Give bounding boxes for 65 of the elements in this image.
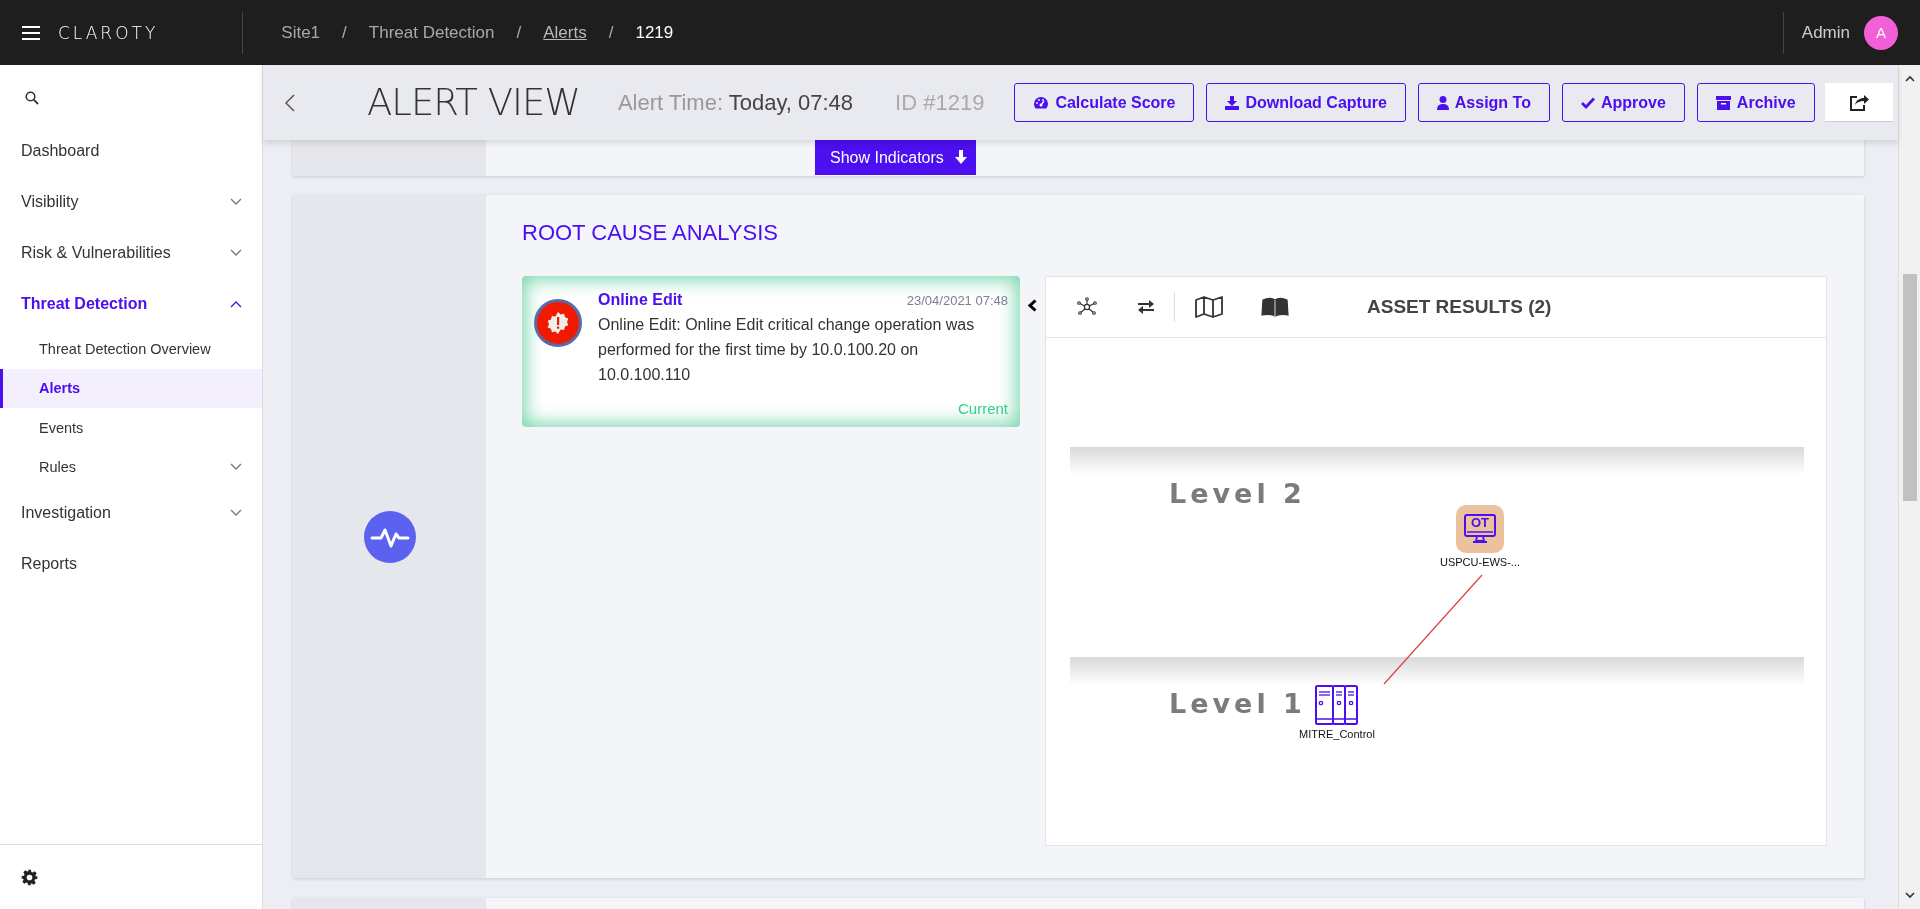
back-icon[interactable] xyxy=(285,93,295,112)
sidebar-item[interactable]: Risk & Vulnerabilities xyxy=(0,227,262,278)
share-button[interactable] xyxy=(1824,83,1893,122)
level-label: Level 2 xyxy=(1169,478,1306,509)
network-icon[interactable] xyxy=(1076,297,1098,317)
alert-description: Online Edit: Online Edit critical change operation was performed for the first time by 10.0.100.20 on 10.0.100.110 xyxy=(598,315,976,385)
breadcrumb-item[interactable]: Site1 xyxy=(281,22,321,43)
action-button[interactable]: Calculate Score xyxy=(1014,83,1195,122)
node-label: USPCU-EWS-... xyxy=(1439,556,1521,568)
sidebar-item[interactable]: Investigation xyxy=(0,487,262,538)
section-title: ROOT CAUSE ANALYSIS xyxy=(522,220,779,247)
action-button[interactable]: Download Capture xyxy=(1206,83,1406,122)
breadcrumb-link[interactable]: Alerts xyxy=(543,22,587,43)
breadcrumb-item[interactable]: Threat Detection xyxy=(368,22,495,43)
sidebar-item[interactable]: Threat Detection Overview xyxy=(0,329,262,369)
breadcrumb-current: 1219 xyxy=(635,22,674,43)
show-indicators-button[interactable]: Show Indicators xyxy=(815,140,976,175)
node-type-label: OT xyxy=(1469,515,1491,530)
alert-time: Alert Time: Today, 07:48 xyxy=(617,89,854,116)
arrow-down-icon xyxy=(953,150,968,165)
sidebar-item[interactable]: Dashboard xyxy=(0,125,262,176)
menu-icon[interactable] xyxy=(22,25,40,40)
sidebar-item[interactable]: Events xyxy=(0,408,262,448)
gauge-icon xyxy=(1033,96,1050,109)
pulse-icon xyxy=(363,510,416,563)
alert-id: ID #1219 xyxy=(895,89,985,116)
scroll-down-icon[interactable] xyxy=(1904,892,1915,899)
action-button[interactable]: Archive xyxy=(1696,83,1815,122)
check-icon xyxy=(1580,96,1595,109)
user-name[interactable]: Admin xyxy=(1801,22,1850,43)
user-icon xyxy=(1436,95,1449,110)
search-icon[interactable] xyxy=(25,91,39,105)
map-icon[interactable] xyxy=(1195,296,1223,318)
sidebar-item[interactable]: Rules xyxy=(0,447,262,487)
alert-status: Current xyxy=(957,400,1008,417)
alert-card[interactable]: Online Edit 23/04/2021 07:48 Online Edit: Online Edit critical change operation was performed for the first time by 10.0.100.20 on 10.0.100.110 Current xyxy=(522,276,1020,427)
breadcrumb-separator: / xyxy=(608,22,614,43)
settings-icon[interactable] xyxy=(21,868,38,886)
scrollbar-thumb[interactable] xyxy=(1902,274,1917,501)
level-label: Level 1 xyxy=(1169,688,1306,719)
page-title: ALERT VIEW xyxy=(367,81,580,124)
alert-timestamp: 23/04/2021 07:48 xyxy=(906,293,1008,308)
critical-alert-icon xyxy=(534,299,582,347)
book-icon[interactable] xyxy=(1261,297,1289,317)
share-icon xyxy=(1848,93,1869,111)
download-icon xyxy=(1225,95,1240,110)
sidebar-item[interactable]: Alerts xyxy=(0,368,262,408)
archive-icon xyxy=(1715,95,1731,110)
breadcrumb-separator: / xyxy=(516,22,522,43)
collapse-icon[interactable] xyxy=(1028,299,1037,312)
swap-icon[interactable] xyxy=(1136,298,1156,316)
action-button[interactable]: Assign To xyxy=(1417,83,1550,122)
scrollbar[interactable] xyxy=(1898,65,1920,909)
node-label: MITRE_Control xyxy=(1299,728,1375,740)
action-button[interactable]: Approve xyxy=(1561,83,1685,122)
sidebar-item[interactable]: Threat Detection xyxy=(0,278,262,329)
server-rack-icon[interactable] xyxy=(1315,685,1359,725)
sidebar-item[interactable]: Reports xyxy=(0,538,262,589)
breadcrumb-separator: / xyxy=(342,22,347,43)
logo[interactable]: CLAROTY xyxy=(58,22,159,43)
panel-title: ASSET RESULTS (2) xyxy=(1367,296,1552,318)
scroll-up-icon[interactable] xyxy=(1904,75,1915,82)
workstation-icon[interactable]: OT xyxy=(1456,505,1504,553)
sidebar-item[interactable]: Visibility xyxy=(0,176,262,227)
alert-title: Online Edit xyxy=(598,291,683,309)
